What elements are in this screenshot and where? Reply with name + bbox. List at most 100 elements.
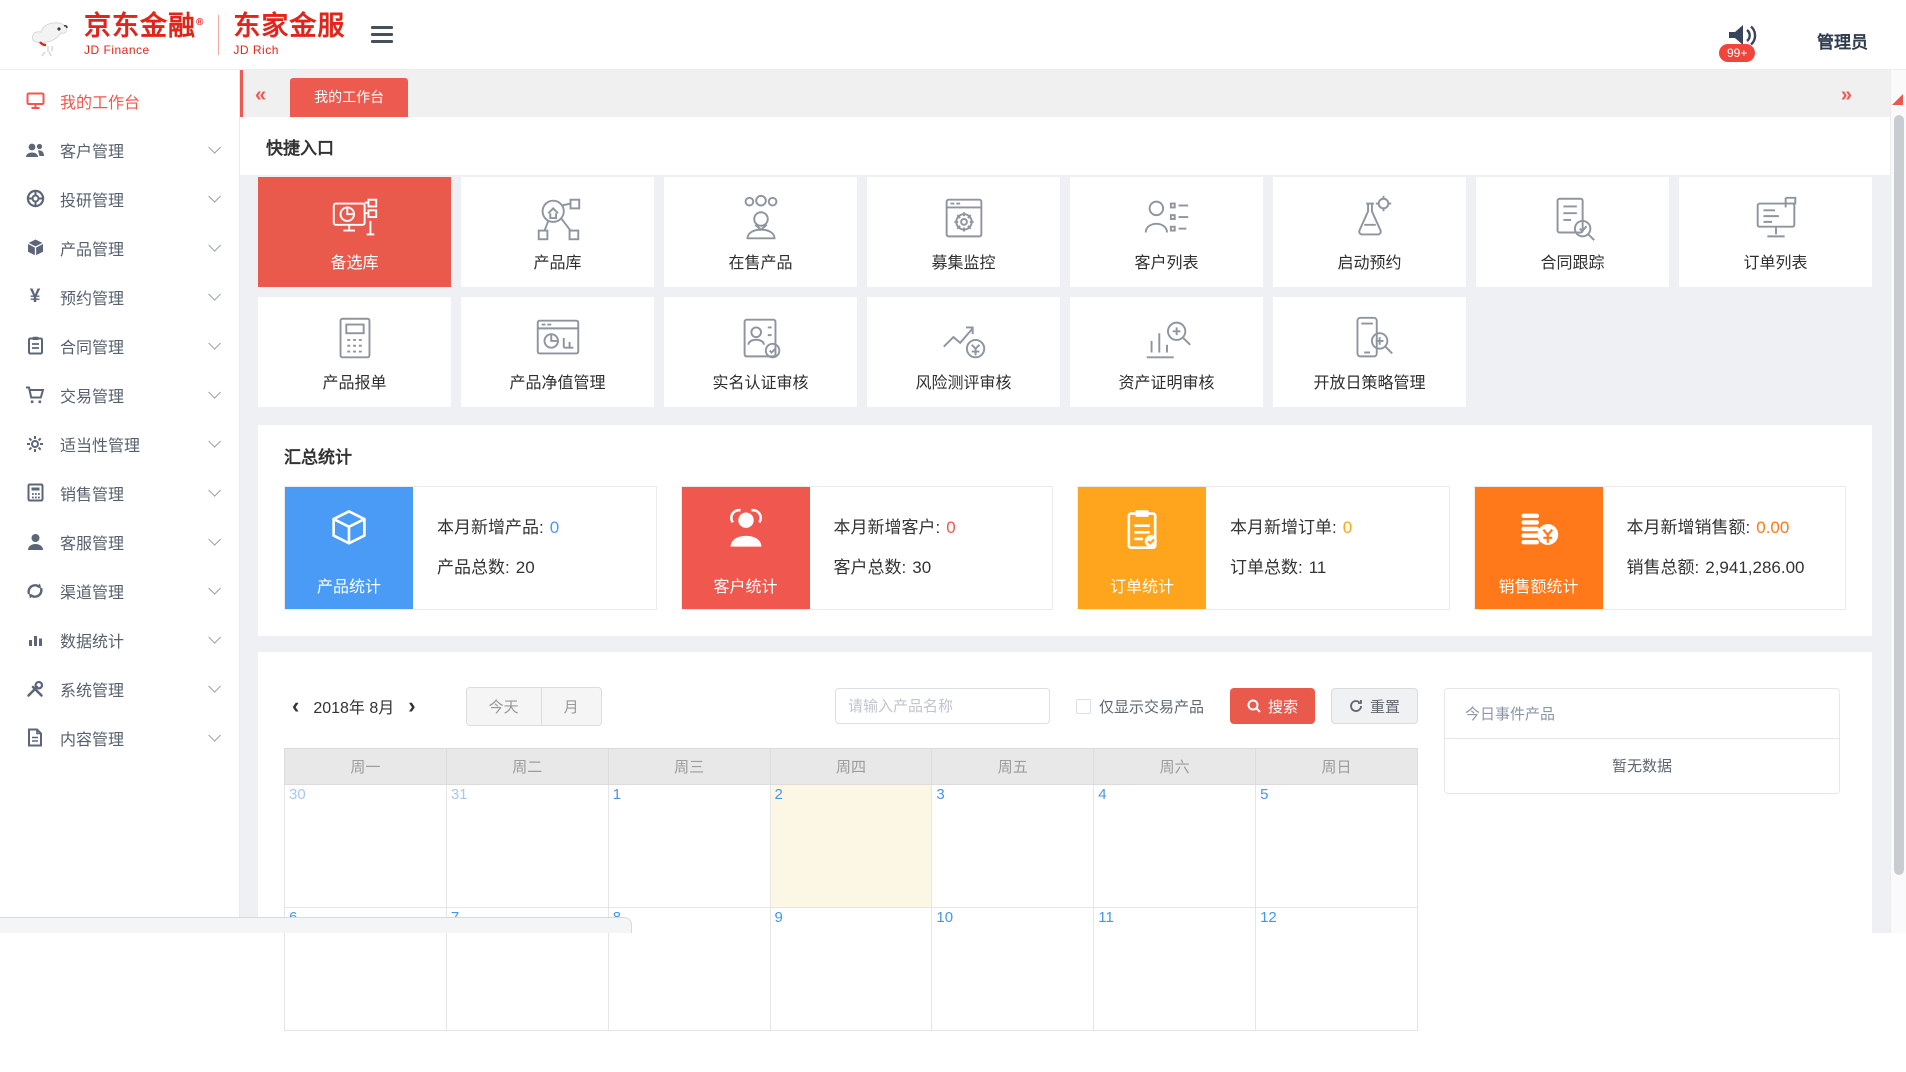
chevron-down-icon — [208, 288, 221, 301]
view-toggle-group: 今天 月 — [466, 687, 602, 726]
calendar-toolbar: ‹ 2018年 8月 › 今天 月 仅显示交易产品 搜索 — [284, 688, 1418, 724]
yen-icon: ¥ — [25, 287, 45, 307]
checkbox[interactable] — [1076, 699, 1091, 714]
day-header: 周一 — [285, 749, 447, 785]
tile-product-library[interactable]: 产品库 — [461, 177, 654, 287]
month-view-button[interactable]: 月 — [541, 688, 601, 725]
network-nodes-icon — [531, 192, 585, 246]
next-month-button[interactable]: › — [400, 691, 423, 721]
tile-asset-proof-audit[interactable]: 资产证明审核 — [1070, 297, 1263, 407]
calendar-cell[interactable]: 3 — [932, 785, 1094, 908]
users-group-icon — [734, 192, 788, 246]
sidebar-item-contracts[interactable]: 合同管理 — [0, 321, 239, 370]
registered-mark: ® — [196, 17, 204, 28]
tile-onsale-products[interactable]: 在售产品 — [664, 177, 857, 287]
trade-only-checkbox-wrap[interactable]: 仅显示交易产品 — [1076, 696, 1204, 717]
stat-value-total: 2,941,286.00 — [1705, 558, 1804, 577]
day-header: 周三 — [608, 749, 770, 785]
today-button[interactable]: 今天 — [467, 688, 541, 725]
sidebar-item-products[interactable]: 产品管理 — [0, 223, 239, 272]
search-icon — [1247, 699, 1261, 713]
chevron-down-icon — [208, 680, 221, 693]
tabs-scroll-right[interactable]: » — [1829, 84, 1862, 117]
document-icon — [25, 728, 45, 748]
sidebar-item-service[interactable]: 客服管理 — [0, 517, 239, 566]
phone-strategy-icon — [1343, 312, 1397, 366]
order-list-icon — [1749, 192, 1803, 246]
stat-line: 本月新增客户:0 — [834, 513, 956, 538]
stat-line: 产品总数:20 — [437, 553, 559, 578]
search-button[interactable]: 搜索 — [1230, 688, 1315, 724]
menu-toggle-icon[interactable] — [371, 26, 393, 43]
stat-card-sales: 销售额统计 本月新增销售额:0.00 销售总额:2,941,286.00 — [1474, 486, 1847, 610]
sidebar-item-suitability[interactable]: 适当性管理 — [0, 419, 239, 468]
sub-brand-name-cn: 东家金服 — [233, 13, 345, 40]
bar-chart-icon — [25, 630, 45, 650]
calendar-cell[interactable]: 12 — [1256, 908, 1418, 1031]
share-cycle-icon — [25, 581, 45, 601]
tile-order-list[interactable]: 订单列表 — [1679, 177, 1872, 287]
day-header: 周二 — [446, 749, 608, 785]
calendar-cell[interactable]: 5 — [1256, 785, 1418, 908]
calendar-cell[interactable]: 30 — [285, 785, 447, 908]
tile-contract-tracking[interactable]: 合同跟踪 — [1476, 177, 1669, 287]
tile-openday-strategy[interactable]: 开放日策略管理 — [1273, 297, 1466, 407]
sidebar-item-trading[interactable]: 交易管理 — [0, 370, 239, 419]
tile-candidate-pool[interactable]: 备选库 — [258, 177, 451, 287]
calendar-cell[interactable]: 10 — [932, 908, 1094, 1031]
calendar-cell[interactable]: 1 — [608, 785, 770, 908]
sidebar-item-content[interactable]: 内容管理 — [0, 713, 239, 762]
refresh-icon — [1349, 699, 1363, 713]
chevron-down-icon — [208, 435, 221, 448]
tools-icon — [25, 679, 45, 699]
chevron-down-icon — [208, 729, 221, 742]
day-header: 周五 — [932, 749, 1094, 785]
tile-risk-assessment-audit[interactable]: 风险测评审核 — [867, 297, 1060, 407]
calendar-cell[interactable]: 9 — [770, 908, 932, 1031]
page-scrollbar[interactable] — [1890, 70, 1906, 933]
sidebar-item-channels[interactable]: 渠道管理 — [0, 566, 239, 615]
sidebar-item-research[interactable]: 投研管理 — [0, 174, 239, 223]
lifebuoy-icon — [25, 189, 45, 209]
asset-audit-icon — [1140, 312, 1194, 366]
tile-customer-list[interactable]: 客户列表 — [1070, 177, 1263, 287]
calendar-cell[interactable]: 4 — [1094, 785, 1256, 908]
day-header: 周六 — [1094, 749, 1256, 785]
brand-divider — [218, 15, 219, 55]
calendar-cell[interactable]: 8 — [608, 908, 770, 1031]
sidebar-item-system[interactable]: 系统管理 — [0, 664, 239, 713]
sidebar-item-reservations[interactable]: ¥ 预约管理 — [0, 272, 239, 321]
calendar-cell[interactable]: 11 — [1094, 908, 1256, 1031]
tile-product-declaration[interactable]: 产品报单 — [258, 297, 451, 407]
sub-brand-name-en: JD Rich — [233, 44, 345, 56]
calculator-doc-icon — [328, 312, 382, 366]
tabs-scroll-left[interactable]: « — [243, 84, 276, 117]
scroll-top-arrow-icon[interactable] — [1892, 94, 1903, 105]
checkbox-label: 仅显示交易产品 — [1099, 696, 1204, 717]
tile-start-reservation[interactable]: 启动预约 — [1273, 177, 1466, 287]
stat-value-new: 0 — [946, 518, 955, 537]
prev-month-button[interactable]: ‹ — [284, 691, 307, 721]
chevron-down-icon — [208, 337, 221, 350]
browser-chart-icon — [531, 312, 585, 366]
sidebar-item-sales[interactable]: 销售管理 — [0, 468, 239, 517]
sidebar-item-statistics[interactable]: 数据统计 — [0, 615, 239, 664]
reset-button[interactable]: 重置 — [1331, 688, 1418, 724]
dashboard-pie-icon — [328, 192, 382, 246]
tile-nav-management[interactable]: 产品净值管理 — [461, 297, 654, 407]
tile-fundraising-monitor[interactable]: 募集监控 — [867, 177, 1060, 287]
scrollbar-thumb[interactable] — [1894, 115, 1904, 875]
calendar-cell[interactable]: 31 — [446, 785, 608, 908]
product-search-input[interactable] — [835, 688, 1050, 724]
sidebar-item-workbench[interactable]: 我的工作台 — [0, 76, 239, 125]
notification-speaker[interactable]: 99+ — [1727, 14, 1761, 55]
tab-workbench[interactable]: 我的工作台 — [290, 78, 408, 117]
stat-card-customers: 客户统计 本月新增客户:0 客户总数:30 — [681, 486, 1054, 610]
tile-realname-audit[interactable]: 实名认证审核 — [664, 297, 857, 407]
user-menu[interactable]: 管理员 — [1817, 14, 1868, 53]
brand-logo: 京东金融® JD Finance 东家金服 JD Rich — [28, 12, 345, 58]
sidebar-item-customers[interactable]: 客户管理 — [0, 125, 239, 174]
stat-line: 本月新增销售额:0.00 — [1627, 513, 1805, 538]
stat-line: 销售总额:2,941,286.00 — [1627, 553, 1805, 578]
calendar-cell-today[interactable]: 2 — [770, 785, 932, 908]
